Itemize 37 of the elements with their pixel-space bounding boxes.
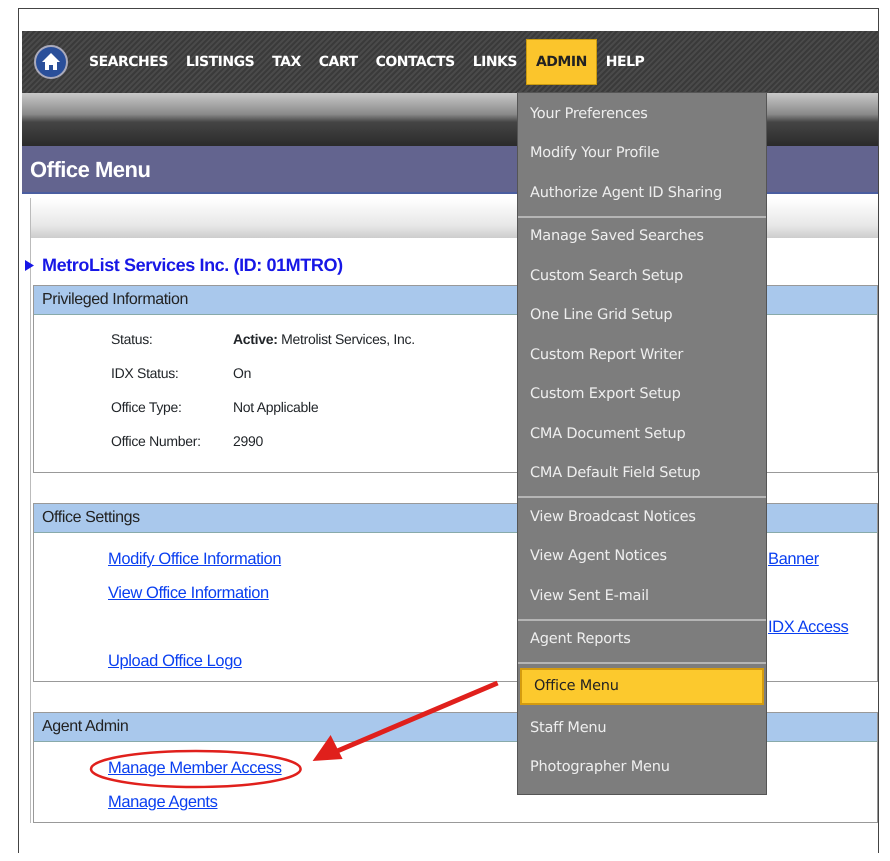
- nav-tab[interactable]: CART: [310, 39, 367, 85]
- field-value: Not Applicable: [233, 398, 318, 417]
- triangle-icon: [25, 260, 34, 271]
- nav-tab[interactable]: CONTACTS: [366, 39, 464, 85]
- nav-tab[interactable]: HELP: [596, 39, 654, 85]
- home-icon[interactable]: [34, 45, 68, 79]
- field-label: Office Number:: [111, 432, 201, 451]
- link[interactable]: View Office Information: [108, 584, 269, 602]
- link[interactable]: Manage Member Access: [108, 759, 282, 777]
- menu-item[interactable]: CMA Document Setup: [518, 415, 766, 454]
- link[interactable]: Banner: [768, 550, 819, 568]
- menu-item[interactable]: Custom Export Setup: [518, 376, 766, 415]
- menu-item[interactable]: Your Preferences: [518, 95, 766, 134]
- field-label: Status:: [111, 330, 152, 349]
- field-value: Active: Metrolist Services, Inc.: [233, 330, 415, 349]
- link[interactable]: Manage Agents: [108, 793, 218, 811]
- nav-tab[interactable]: SEARCHES: [80, 39, 177, 85]
- menu-item[interactable]: Agent Reports: [518, 620, 766, 660]
- menu-item[interactable]: Custom Report Writer: [518, 336, 766, 376]
- menu-item[interactable]: Office Menu: [520, 668, 764, 705]
- nav-tab[interactable]: LINKS: [464, 39, 526, 85]
- menu-item[interactable]: Photographer Menu: [518, 748, 766, 788]
- menu-item[interactable]: View Sent E-mail: [518, 577, 766, 616]
- menu-item[interactable]: View Agent Notices: [518, 538, 766, 577]
- field-label: Office Type:: [111, 398, 182, 417]
- field-value: 2990: [233, 432, 263, 451]
- link[interactable]: Modify Office Information: [108, 550, 282, 568]
- menu-item[interactable]: Manage Saved Searches: [518, 218, 766, 257]
- office-name: MetroList Services Inc. (ID: 01MTRO): [42, 254, 343, 277]
- field-label: IDX Status:: [111, 364, 179, 383]
- menu-item[interactable]: CMA Default Field Setup: [518, 454, 766, 494]
- nav-tab[interactable]: LISTINGS: [176, 39, 264, 85]
- link[interactable]: Upload Office Logo: [108, 652, 242, 670]
- link[interactable]: IDX Access: [768, 618, 848, 636]
- nav-tab[interactable]: ADMIN: [526, 39, 597, 85]
- nav-tab[interactable]: TAX: [263, 39, 310, 85]
- field-value: On: [233, 364, 252, 383]
